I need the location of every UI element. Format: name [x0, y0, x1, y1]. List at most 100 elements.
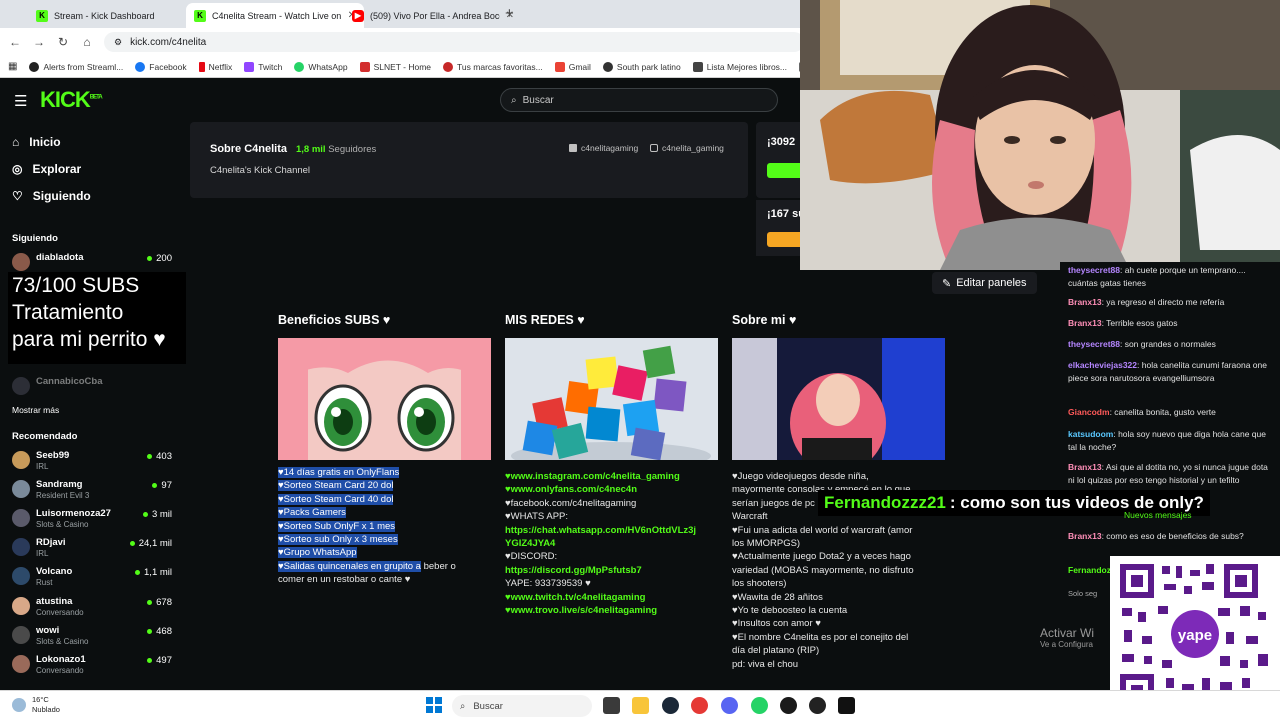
apps-grid-icon[interactable]: ▦: [8, 61, 17, 72]
about-channel-card: Sobre C4nelita 1,8 mil Seguidores C4neli…: [190, 122, 748, 198]
avatar: [12, 480, 30, 498]
youtube-favicon-icon: ▶: [352, 9, 364, 22]
browser-tab-youtube[interactable]: ▶ (509) Vivo Por Ella - Andrea Bocelli ✕: [344, 3, 522, 28]
bookmark-slnet[interactable]: SLNET - Home: [359, 61, 431, 72]
recommended-item[interactable]: atustina Conversando 678: [12, 595, 172, 621]
avatar: [12, 451, 30, 469]
site-info-icon[interactable]: ⚙: [114, 37, 122, 48]
whatsapp-icon[interactable]: [751, 697, 768, 714]
home-icon[interactable]: ⌂: [75, 35, 99, 49]
goal-first-bar: [767, 163, 800, 178]
taskbar-search[interactable]: ⌕ Buscar: [452, 695, 592, 717]
following-section-title: Siguiendo: [12, 233, 58, 244]
compass-icon: ◎: [12, 162, 23, 176]
weather-widget[interactable]: 16°C Nublado: [32, 695, 60, 715]
sidebar-item-explorar[interactable]: ◎ Explorar: [12, 162, 81, 176]
instagram-link[interactable]: c4nelita_gaming: [650, 143, 724, 153]
channel-description: C4nelita's Kick Channel: [210, 165, 311, 176]
panel-beneficios-text: ♥14 días gratis en OnlyFlans ♥Sorteo Ste…: [278, 467, 456, 586]
facebook-link[interactable]: c4nelitagaming: [569, 143, 638, 153]
onlyfans-link[interactable]: ♥www.onlyfans.com/c4nec4n: [505, 483, 718, 496]
goals-card-2: ¡167 su: [756, 200, 807, 256]
bookmark-marcas[interactable]: Tus marcas favoritas...: [443, 61, 543, 72]
kick-logo[interactable]: KICKBETA: [40, 87, 103, 113]
bookmark-libros[interactable]: Lista Mejores libros...: [692, 61, 787, 72]
bookmark-streamlabs[interactable]: Alerts from Streaml...: [29, 61, 123, 72]
subs-goal-overlay: 73/100 SUBS Tratamiento para mi perrito …: [8, 272, 186, 364]
bookmark-netflix[interactable]: Netflix: [198, 61, 232, 72]
gmail-icon: [554, 61, 565, 72]
url-field[interactable]: ⚙ kick.com/c4nelita: [104, 32, 804, 52]
about-title: Sobre C4nelita: [210, 143, 288, 155]
browser-tab-c4nelita[interactable]: K C4nelita Stream - Watch Live on Kick ✕: [186, 3, 364, 28]
windows-start-icon[interactable]: [426, 697, 442, 713]
netflix-icon: [198, 61, 205, 72]
yape-logo-text: yape: [1178, 627, 1212, 644]
avatar: [12, 567, 30, 585]
twitch-link[interactable]: ♥www.twitch.tv/c4nelitagaming: [505, 591, 718, 604]
chat-message: theysecret88: ah cuete porque un tempran…: [1068, 265, 1246, 288]
show-more-link[interactable]: Mostrar más: [12, 405, 59, 415]
chat-message: Giancodm: canelita bonita, gusto verte: [1068, 407, 1216, 417]
chat-message: theysecret88: son grandes o normales: [1068, 339, 1216, 349]
home-icon: ⌂: [12, 135, 20, 149]
sidebar-item-inicio[interactable]: ⌂ Inicio: [12, 135, 61, 149]
bookmark-gmail[interactable]: Gmail: [554, 61, 591, 72]
hamburger-menu-icon[interactable]: ☰: [14, 92, 27, 110]
recommended-item[interactable]: Seeb99 IRL 403: [12, 449, 172, 475]
obs-icon[interactable]: [809, 697, 826, 714]
browser-tab-dashboard[interactable]: K Stream - Kick Dashboard ✕: [28, 3, 206, 28]
panel-beneficios-title: Beneficios SUBS ♥: [278, 313, 391, 327]
chat-message: katsudoom: hola soy nuevo que diga hola …: [1068, 429, 1266, 452]
capcut-icon[interactable]: [838, 697, 855, 714]
twitch-icon: [244, 61, 255, 72]
new-messages-indicator[interactable]: Nuevos mensajes: [1124, 510, 1192, 520]
trovo-link[interactable]: ♥www.trovo.live/s/c4nelitagaming: [505, 604, 718, 617]
goal-first-text: ¡3092: [767, 136, 796, 148]
bookmark-southpark[interactable]: South park latino: [602, 61, 681, 72]
sidebar: ⌂ Inicio ◎ Explorar ♡ Siguiendo Siguiendo d…: [0, 122, 185, 690]
discord-link[interactable]: https://discord.gg/MpPsfutsb7: [505, 564, 718, 577]
avatar: [12, 655, 30, 673]
back-arrow-icon[interactable]: ←: [3, 35, 27, 49]
panel-redes-text: ♥www.instagram.com/c4nelita_gaming ♥www.…: [505, 470, 718, 617]
following-item-cannabicocba[interactable]: CannabicoCba: [12, 375, 172, 401]
edit-panels-button[interactable]: ✎ Editar paneles: [932, 272, 1037, 294]
recommended-item[interactable]: Luisormenoza27 Slots & Casino 3 mil: [12, 507, 172, 533]
bookmark-whatsapp[interactable]: WhatsApp: [294, 61, 348, 72]
url-text: kick.com/c4nelita: [130, 36, 207, 48]
panel-sobremi-title: Sobre mi ♥: [732, 313, 797, 327]
chrome-icon[interactable]: [691, 697, 708, 714]
forward-arrow-icon[interactable]: →: [27, 35, 51, 49]
whatsapp-link[interactable]: https://chat.whatsapp.com/HV6nOttdVLz3j: [505, 524, 718, 537]
webcam-overlay: [800, 0, 1280, 270]
file-explorer-icon[interactable]: [632, 697, 649, 714]
streamlabs-icon: [29, 61, 40, 72]
panel-sobremi-image: [732, 338, 945, 460]
xbox-icon[interactable]: [780, 697, 797, 714]
steam-icon[interactable]: [662, 697, 679, 714]
tab-title: C4nelita Stream - Watch Live on Kick: [212, 10, 342, 21]
recommended-item[interactable]: Lokonazo1 Conversando 497: [12, 653, 172, 679]
search-input[interactable]: ⌕ Buscar: [500, 88, 778, 112]
chat-message: elkacheviejas322: hola canelita cunumi f…: [1068, 360, 1267, 383]
bookmark-facebook[interactable]: Facebook: [135, 61, 187, 72]
recommended-item[interactable]: wowi Slots & Casino 468: [12, 624, 172, 650]
kick-favicon-icon: K: [36, 9, 48, 22]
avatar: [12, 597, 30, 615]
bookmark-twitch[interactable]: Twitch: [244, 61, 282, 72]
new-tab-plus-icon[interactable]: +: [505, 5, 514, 22]
slnet-icon: [359, 61, 370, 72]
task-view-icon[interactable]: [603, 697, 620, 714]
sidebar-item-siguiendo[interactable]: ♡ Siguiendo: [12, 189, 91, 203]
reload-icon[interactable]: ↻: [51, 35, 75, 49]
discord-icon[interactable]: [721, 697, 738, 714]
avatar: [12, 538, 30, 556]
instagram-link[interactable]: ♥www.instagram.com/c4nelita_gaming: [505, 470, 718, 483]
recommended-item[interactable]: Sandramg Resident Evil 3 97: [12, 478, 172, 504]
heart-icon: ♡: [12, 189, 23, 203]
recommended-section-title: Recomendado: [12, 431, 78, 442]
recommended-item[interactable]: RDjavi IRL 24,1 mil: [12, 536, 172, 562]
tab-title: Stream - Kick Dashboard: [54, 10, 155, 21]
recommended-item[interactable]: Volcano Rust 1,1 mil: [12, 565, 172, 591]
